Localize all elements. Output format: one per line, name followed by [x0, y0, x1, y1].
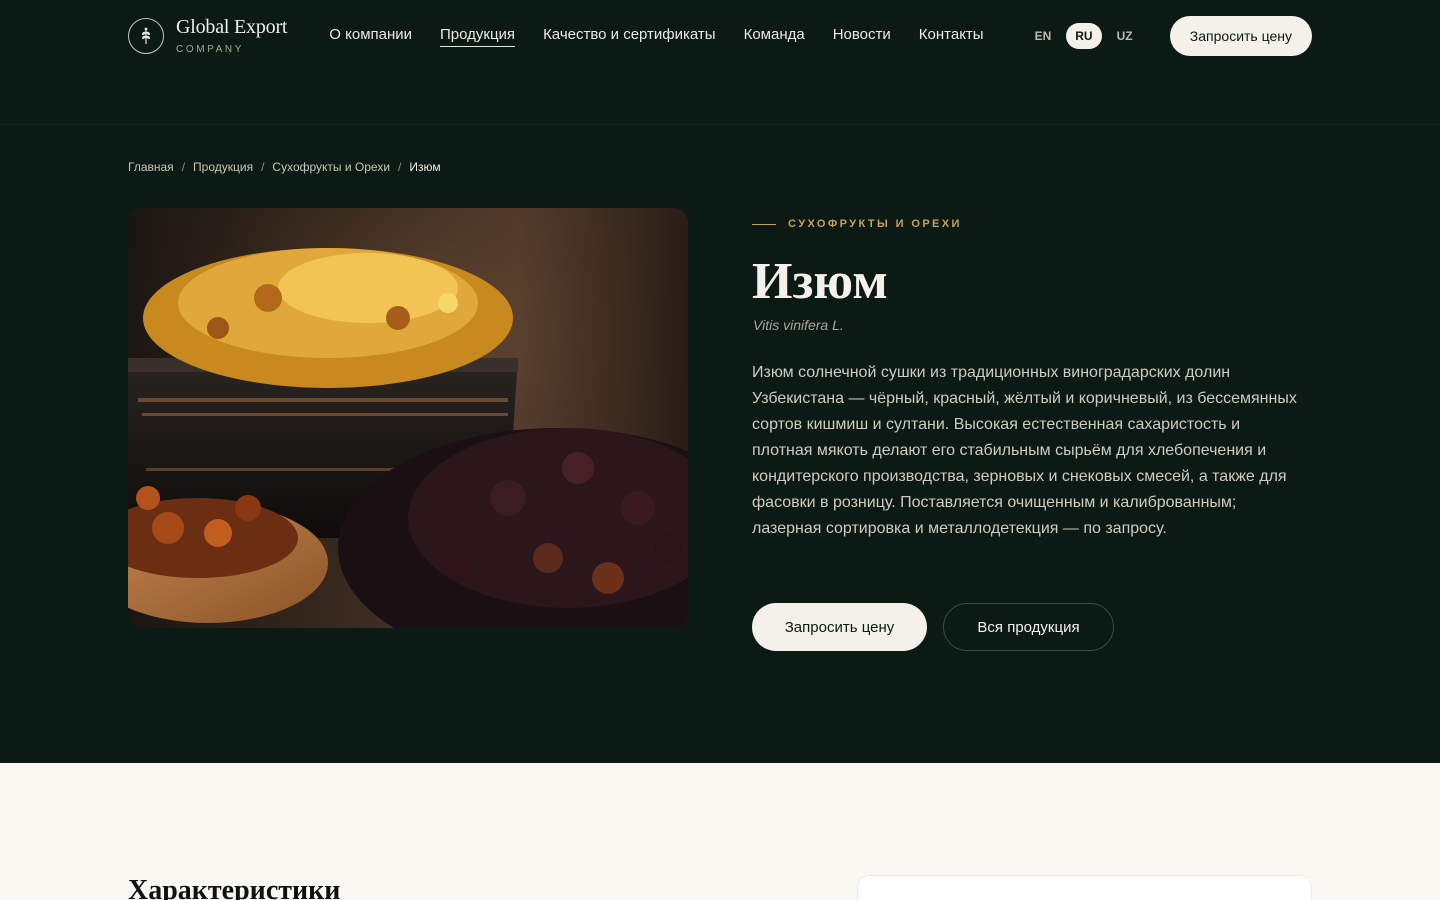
- product-category-eyebrow: СУХОФРУКТЫ И ОРЕХИ: [752, 218, 962, 230]
- product-category: СУХОФРУКТЫ И ОРЕХИ: [788, 218, 962, 230]
- breadcrumb-separator: /: [181, 160, 186, 174]
- specs-title: Характеристики: [128, 875, 341, 900]
- main-nav: О компании Продукция Качество и сертифик…: [329, 26, 984, 47]
- breadcrumb-separator: /: [398, 160, 402, 174]
- request-price-header-button[interactable]: Запросить цену: [1169, 16, 1312, 56]
- brand-logo[interactable]: Global Export COMPANY: [128, 17, 287, 55]
- hero-divider: [0, 124, 1440, 125]
- language-switcher: EN RU UZ: [1026, 23, 1142, 49]
- brand-subtitle: COMPANY: [176, 44, 245, 55]
- breadcrumb: Главная / Продукция / Сухофрукты и Орехи…: [128, 160, 441, 174]
- breadcrumb-category[interactable]: Сухофрукты и Орехи: [272, 160, 390, 174]
- product-latin-name: Vitis vinifera L.: [753, 317, 844, 333]
- breadcrumb-products[interactable]: Продукция: [193, 160, 253, 174]
- nav-news[interactable]: Новости: [833, 26, 891, 47]
- eyebrow-dash: [752, 223, 776, 225]
- specs-card: [857, 875, 1312, 900]
- all-products-button[interactable]: Вся продукция: [943, 603, 1114, 651]
- site-header: Global Export COMPANY О компании Продукц…: [0, 0, 1440, 72]
- wheat-logo-icon: [128, 18, 164, 54]
- nav-contacts[interactable]: Контакты: [919, 26, 984, 47]
- nav-products[interactable]: Продукция: [440, 26, 516, 47]
- breadcrumb-current: Изюм: [409, 160, 441, 174]
- request-price-button[interactable]: Запросить цену: [752, 603, 927, 651]
- lang-en[interactable]: EN: [1026, 23, 1061, 49]
- breadcrumb-separator: /: [261, 160, 265, 174]
- specs-section: Характеристики: [0, 763, 1440, 900]
- raisins-illustration: [128, 208, 688, 628]
- brand-name: Global Export: [176, 16, 288, 38]
- lang-ru[interactable]: RU: [1066, 23, 1102, 49]
- nav-quality[interactable]: Качество и сертификаты: [543, 26, 716, 47]
- product-description: Изюм солнечной сушки из традиционных вин…: [752, 364, 1297, 537]
- lang-uz[interactable]: UZ: [1108, 23, 1142, 49]
- product-photo: [128, 208, 688, 628]
- breadcrumb-home[interactable]: Главная: [128, 160, 174, 174]
- product-title: Изюм: [752, 253, 888, 310]
- nav-team[interactable]: Команда: [744, 26, 805, 47]
- nav-about[interactable]: О компании: [329, 26, 412, 47]
